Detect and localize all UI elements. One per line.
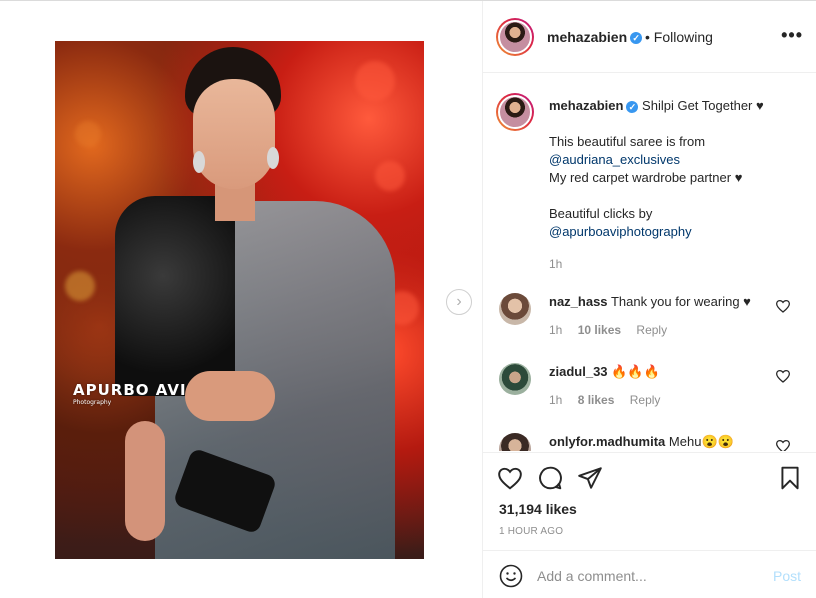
photographer-watermark: APURBO AVI Photography xyxy=(73,381,187,406)
comments-list[interactable]: naz_hass Thank you for wearing ♥ 1h 10 l… xyxy=(483,289,816,451)
caption-username[interactable]: mehazabien ✓ xyxy=(549,98,639,113)
comment-item: onlyfor.madhumita Mehu😮😮 xyxy=(483,433,816,451)
face-shape xyxy=(193,79,275,189)
following-button[interactable]: • Following xyxy=(645,29,713,45)
commenter-avatar[interactable] xyxy=(499,363,531,395)
comment-meta: 1h 8 likes Reply xyxy=(549,393,672,407)
bokeh-light xyxy=(65,271,95,301)
commenter-username[interactable]: ziadul_33 xyxy=(549,364,608,379)
chevron-right-icon: › xyxy=(456,293,462,310)
comment-item: naz_hass Thank you for wearing ♥ 1h 10 l… xyxy=(483,293,816,353)
comment-text: onlyfor.madhumita Mehu😮😮 xyxy=(549,434,734,449)
post-header: mehazabien ✓ • Following ••• xyxy=(483,1,816,73)
reply-button[interactable]: Reply xyxy=(636,323,667,337)
verified-badge-icon: ✓ xyxy=(630,32,643,45)
post-actions: 31,194 likes 1 HOUR AGO xyxy=(483,452,816,552)
arm-shape xyxy=(185,371,275,421)
author-avatar[interactable] xyxy=(496,18,534,56)
blouse-shape xyxy=(115,196,235,396)
commenter-avatar[interactable] xyxy=(499,433,531,451)
likes-count[interactable]: 31,194 likes xyxy=(499,501,577,517)
post-timestamp[interactable]: 1 HOUR AGO xyxy=(499,526,563,537)
comment-icon[interactable] xyxy=(537,465,563,491)
paper-plane-icon[interactable] xyxy=(577,465,603,491)
mention-link[interactable]: @audriana_exclusives xyxy=(549,151,799,169)
mention-link[interactable]: @apurboaviphotography xyxy=(549,223,799,241)
comment-likes[interactable]: 8 likes xyxy=(578,393,615,407)
comment-text: ziadul_33 🔥🔥🔥 xyxy=(549,364,660,379)
earring xyxy=(193,151,205,173)
bokeh-light xyxy=(75,121,101,147)
caption-text: mehazabien ✓ Shilpi Get Together ♥ This b… xyxy=(549,97,799,241)
caption-line: My red carpet wardrobe partner ♥ xyxy=(549,170,743,185)
comment-text: naz_hass Thank you for wearing ♥ xyxy=(549,294,751,309)
comment-likes[interactable]: 10 likes xyxy=(578,323,621,337)
heart-icon[interactable] xyxy=(775,299,791,313)
bokeh-light xyxy=(355,61,395,101)
next-photo-button[interactable]: › xyxy=(446,289,472,315)
smiley-icon[interactable] xyxy=(499,564,523,588)
media-pane: APURBO AVI Photography › xyxy=(0,1,482,598)
earring xyxy=(267,147,279,169)
caption-line: Beautiful clicks by xyxy=(549,206,653,221)
comment-item: ziadul_33 🔥🔥🔥 1h 8 likes Reply xyxy=(483,363,816,423)
caption-author-avatar[interactable] xyxy=(496,93,534,131)
commenter-avatar[interactable] xyxy=(499,293,531,325)
caption-timestamp[interactable]: 1h xyxy=(549,257,562,271)
caption-first-line: Shilpi Get Together ♥ xyxy=(642,98,764,113)
comment-input[interactable] xyxy=(537,564,757,588)
comment-time[interactable]: 1h xyxy=(549,323,562,337)
ellipsis-icon[interactable]: ••• xyxy=(781,25,803,46)
comment-time[interactable]: 1h xyxy=(549,393,562,407)
heart-icon[interactable] xyxy=(775,369,791,383)
commenter-username[interactable]: onlyfor.madhumita xyxy=(549,434,665,449)
post-comment-button[interactable]: Post xyxy=(773,568,801,584)
post-modal: APURBO AVI Photography › mehazabien ✓ • F… xyxy=(0,0,816,598)
heart-icon[interactable] xyxy=(775,439,791,451)
heart-icon[interactable] xyxy=(497,465,523,491)
author-username[interactable]: mehazabien ✓ xyxy=(547,29,643,45)
reply-button[interactable]: Reply xyxy=(630,393,661,407)
verified-badge-icon: ✓ xyxy=(626,100,639,113)
post-photo[interactable]: APURBO AVI Photography xyxy=(55,41,424,559)
arm-shape xyxy=(125,421,165,541)
comment-meta: 1h 10 likes Reply xyxy=(549,323,679,337)
post-sidebar: mehazabien ✓ • Following ••• mehazabien ✓ … xyxy=(482,1,816,598)
add-comment-bar: Post xyxy=(483,550,816,598)
caption-line: This beautiful saree is from xyxy=(549,134,706,149)
bokeh-light xyxy=(375,161,405,191)
commenter-username[interactable]: naz_hass xyxy=(549,294,608,309)
bookmark-icon[interactable] xyxy=(777,465,803,491)
